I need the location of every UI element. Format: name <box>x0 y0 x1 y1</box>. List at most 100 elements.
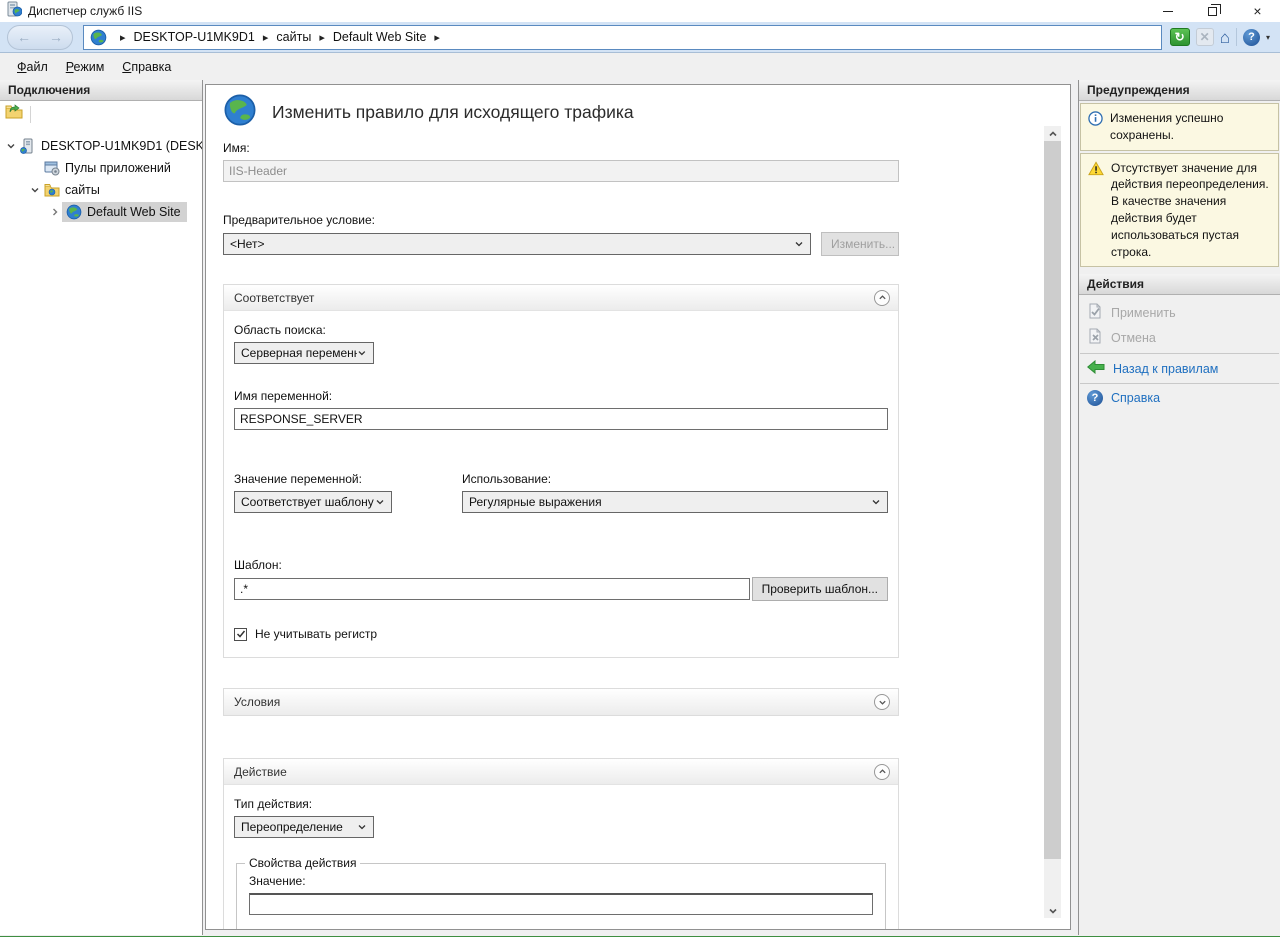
scrollbar-thumb[interactable] <box>1044 141 1061 859</box>
precondition-select[interactable]: <Нет> <box>223 233 811 255</box>
breadcrumb-item-sites[interactable]: сайты <box>276 30 311 44</box>
scope-label: Область поиска: <box>234 323 888 337</box>
usage-select[interactable]: Регулярные выражения <box>462 491 888 513</box>
variable-value: Соответствует шаблону <box>241 495 374 509</box>
app-pools-icon <box>44 160 60 176</box>
back-icon[interactable]: ← <box>17 30 31 44</box>
save-connection-icon[interactable] <box>5 104 23 125</box>
action-properties-legend: Свойства действия <box>245 856 360 870</box>
usage-value: Регулярные выражения <box>469 495 602 509</box>
variable-value-label: Значение переменной: <box>234 472 392 486</box>
value-label: Значение: <box>249 874 873 888</box>
edit-precondition-button: Изменить... <box>821 232 899 256</box>
close-button[interactable]: × <box>1235 0 1280 22</box>
help-dropdown-icon[interactable]: ▾ <box>1266 33 1270 42</box>
connections-toolbar <box>0 101 202 127</box>
pattern-field[interactable] <box>234 578 750 600</box>
match-section: Соответствует Область поиска: Серверная … <box>223 284 899 658</box>
action-section: Действие Тип действия: Переопределение <box>223 758 899 930</box>
expand-icon[interactable] <box>874 694 890 710</box>
iis-manager-window: Диспетчер служб IIS × ← → ▸ DESKTOP-U1MK… <box>0 0 1280 937</box>
action-section-header[interactable]: Действие <box>224 759 898 785</box>
cancel-label: Отмена <box>1111 331 1156 345</box>
globe-icon <box>66 204 82 220</box>
tree-item-label: Пулы приложений <box>65 161 171 175</box>
variable-name-field[interactable] <box>234 408 888 430</box>
test-pattern-button[interactable]: Проверить шаблон... <box>752 577 888 601</box>
collapse-icon[interactable] <box>874 764 890 780</box>
stop-icon: ✕ <box>1196 28 1214 46</box>
history-nav: ← → <box>7 25 73 50</box>
breadcrumb-separator-icon: ▸ <box>434 31 440 44</box>
chevron-down-icon <box>794 239 804 249</box>
action-section-title: Действие <box>234 765 287 779</box>
info-alert: Изменения успешно сохранены. <box>1080 103 1279 151</box>
tree-item-app-pools[interactable]: Пулы приложений <box>0 157 202 179</box>
action-type-select[interactable]: Переопределение <box>234 816 374 838</box>
actions-list: Применить Отмена Назад к правилам <box>1079 295 1280 417</box>
chevron-down-icon[interactable] <box>28 185 42 195</box>
tree-item-sites[interactable]: сайты <box>0 179 202 201</box>
sites-folder-icon <box>44 183 60 197</box>
actions-header: Действия <box>1079 274 1280 295</box>
page-title: Изменить правило для исходящего трафика <box>272 102 634 123</box>
tree-item-server[interactable]: DESKTOP-U1MK9D1 (DESKTO <box>0 135 202 157</box>
chevron-down-icon[interactable] <box>4 141 18 151</box>
breadcrumb-item-site[interactable]: Default Web Site <box>333 30 427 44</box>
breadcrumb-item-server[interactable]: DESKTOP-U1MK9D1 <box>134 30 255 44</box>
connections-tree: DESKTOP-U1MK9D1 (DESKTO Пулы приложений <box>0 127 202 223</box>
scroll-up-icon[interactable] <box>1044 126 1061 141</box>
tree-item-default-web-site[interactable]: Default Web Site <box>0 201 202 223</box>
forward-icon[interactable]: → <box>49 30 63 44</box>
globe-icon <box>223 93 257 132</box>
scroll-down-icon[interactable] <box>1044 903 1061 918</box>
tree-item-label: сайты <box>65 183 100 197</box>
breadcrumb-separator-icon: ▸ <box>319 31 325 44</box>
help-icon[interactable]: ? <box>1243 29 1260 46</box>
variable-value-select[interactable]: Соответствует шаблону <box>234 491 392 513</box>
match-section-header[interactable]: Соответствует <box>224 285 898 311</box>
server-icon <box>20 138 36 154</box>
connections-panel: Подключения DESKTOP-U1MK9D1 (DESKTO <box>0 80 203 935</box>
collapse-icon[interactable] <box>874 290 890 306</box>
info-icon <box>1088 110 1103 144</box>
help-icon: ? <box>1087 390 1103 406</box>
actions-divider <box>1080 353 1279 354</box>
edit-rule-form: Изменить правило для исходящего трафика … <box>205 84 1071 930</box>
toolbar-divider <box>1236 28 1237 46</box>
menu-view[interactable]: Режим <box>57 56 114 78</box>
breadcrumb-separator-icon: ▸ <box>263 31 269 44</box>
apply-icon <box>1087 303 1103 322</box>
action-type-label: Тип действия: <box>234 797 888 811</box>
value-field[interactable] <box>249 893 873 915</box>
connections-header: Подключения <box>0 80 202 101</box>
breadcrumb-separator-icon: ▸ <box>120 31 126 44</box>
tree-item-label: Default Web Site <box>87 205 181 219</box>
menu-help[interactable]: Справка <box>113 56 180 78</box>
cancel-icon <box>1087 328 1103 347</box>
menu-file[interactable]: Файл <box>8 56 57 78</box>
actions-divider <box>1080 383 1279 384</box>
toolbar-divider <box>30 106 31 123</box>
back-to-rules-link[interactable]: Назад к правилам <box>1079 357 1280 380</box>
info-alert-text: Изменения успешно сохранены. <box>1110 110 1271 144</box>
ignore-case-checkbox[interactable] <box>234 628 247 641</box>
chevron-right-icon[interactable] <box>48 207 62 217</box>
ignore-case-label: Не учитывать регистр <box>255 627 377 641</box>
address-bar: ← → ▸ DESKTOP-U1MK9D1 ▸ сайты ▸ Default … <box>0 22 1280 53</box>
pattern-label: Шаблон: <box>234 558 888 572</box>
usage-label: Использование: <box>462 472 888 486</box>
breadcrumb[interactable]: ▸ DESKTOP-U1MK9D1 ▸ сайты ▸ Default Web … <box>83 25 1162 50</box>
home-icon[interactable]: ⌂ <box>1220 29 1230 46</box>
action-type-value: Переопределение <box>241 820 343 834</box>
restore-button[interactable] <box>1190 0 1235 22</box>
help-link[interactable]: ? Справка <box>1079 387 1280 409</box>
vertical-scrollbar[interactable] <box>1044 126 1061 918</box>
minimize-button[interactable] <box>1145 0 1190 22</box>
selected-tree-item[interactable]: Default Web Site <box>62 202 187 222</box>
conditions-section-header[interactable]: Условия <box>224 689 898 715</box>
refresh-icon[interactable]: ↻ <box>1170 28 1190 46</box>
back-arrow-icon <box>1087 360 1105 377</box>
name-field <box>223 160 899 182</box>
scope-select[interactable]: Серверная переменн <box>234 342 374 364</box>
